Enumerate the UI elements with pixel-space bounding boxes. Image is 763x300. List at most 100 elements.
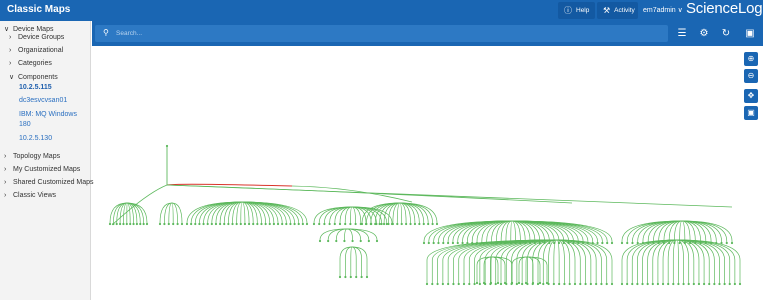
map-node[interactable] <box>478 282 481 286</box>
map-node[interactable] <box>185 222 189 226</box>
map-node[interactable] <box>704 241 707 245</box>
map-node[interactable] <box>519 241 522 245</box>
map-node[interactable] <box>219 222 222 226</box>
map-node[interactable] <box>457 282 460 286</box>
map-node[interactable] <box>568 282 571 286</box>
map-node[interactable] <box>327 239 330 243</box>
refresh-icon[interactable]: ↻ <box>719 27 733 40</box>
map-node[interactable] <box>620 241 624 245</box>
map-node[interactable] <box>210 222 213 226</box>
map-node[interactable] <box>496 281 500 285</box>
map-node[interactable] <box>500 241 503 245</box>
map-node[interactable] <box>626 241 629 245</box>
map-node[interactable] <box>413 222 417 226</box>
tree-item-categories[interactable]: › Categories <box>9 60 52 67</box>
map-node[interactable] <box>405 222 408 226</box>
map-node[interactable] <box>718 282 721 286</box>
map-node[interactable] <box>538 241 541 245</box>
map-node[interactable] <box>260 222 263 226</box>
map-node[interactable] <box>480 241 483 245</box>
map-node[interactable] <box>657 241 660 245</box>
map-node[interactable] <box>733 282 736 286</box>
map-node[interactable] <box>521 282 524 286</box>
map-node[interactable] <box>723 282 726 286</box>
map-node[interactable] <box>328 222 331 226</box>
map-node[interactable] <box>252 222 255 226</box>
map-node[interactable] <box>239 222 242 226</box>
map-node[interactable] <box>730 241 734 245</box>
map-node[interactable] <box>543 241 546 245</box>
map-node[interactable] <box>285 222 288 226</box>
map-node[interactable] <box>132 222 135 226</box>
map-node[interactable] <box>378 222 381 226</box>
map-node[interactable] <box>738 282 742 286</box>
map-node[interactable] <box>139 222 142 226</box>
map-node[interactable] <box>447 241 450 245</box>
map-node[interactable] <box>441 282 444 286</box>
map-node[interactable] <box>256 222 259 226</box>
tree-item-shared-customized-maps[interactable]: › Shared Customized Maps <box>4 179 94 186</box>
map-node[interactable] <box>305 222 309 226</box>
map-node[interactable] <box>387 222 390 226</box>
map-node[interactable] <box>122 222 125 226</box>
map-node[interactable] <box>482 281 486 285</box>
map-node[interactable] <box>475 241 479 245</box>
map-node[interactable] <box>606 241 609 245</box>
map-node[interactable] <box>495 241 498 245</box>
map-node[interactable] <box>396 222 399 226</box>
map-node[interactable] <box>517 281 521 285</box>
map-node[interactable] <box>610 241 614 245</box>
map-node[interactable] <box>452 282 455 286</box>
map-node[interactable] <box>668 241 671 245</box>
map-node[interactable] <box>382 222 386 226</box>
map-node[interactable] <box>312 222 316 226</box>
map-node[interactable] <box>683 241 686 245</box>
map-node[interactable] <box>610 282 614 286</box>
map-node[interactable] <box>471 241 474 245</box>
component-item[interactable]: 10.2.5.130 <box>19 134 89 144</box>
map-node[interactable] <box>281 222 284 226</box>
map-node[interactable] <box>563 282 566 286</box>
map-node[interactable] <box>437 241 440 245</box>
map-node[interactable] <box>167 222 170 226</box>
tree-item-device-groups[interactable]: › Device Groups <box>9 34 64 41</box>
map-node[interactable] <box>272 222 275 226</box>
map-node[interactable] <box>528 241 532 245</box>
map-node[interactable] <box>462 282 466 286</box>
map-node[interactable] <box>600 282 603 286</box>
map-node[interactable] <box>135 222 139 226</box>
map-node[interactable] <box>456 241 459 245</box>
map-node[interactable] <box>713 282 716 286</box>
map-node[interactable] <box>418 222 421 226</box>
map-node[interactable] <box>577 241 580 245</box>
map-node[interactable] <box>231 222 234 226</box>
map-node[interactable] <box>533 241 536 245</box>
tree-item-classic-views[interactable]: › Classic Views <box>4 192 56 199</box>
map-node[interactable] <box>626 282 629 286</box>
tree-item-my-customized-maps[interactable]: › My Customized Maps <box>4 166 80 173</box>
map-node[interactable] <box>688 241 692 245</box>
map-node[interactable] <box>631 282 634 286</box>
map-node[interactable] <box>558 282 561 286</box>
map-node[interactable] <box>694 241 697 245</box>
map-node[interactable] <box>715 241 718 245</box>
map-node[interactable] <box>422 241 426 245</box>
map-node[interactable] <box>435 222 439 226</box>
map-node[interactable] <box>531 281 535 285</box>
map-node[interactable] <box>301 222 304 226</box>
map-node[interactable] <box>641 282 644 286</box>
map-node[interactable] <box>631 241 634 245</box>
user-menu[interactable]: em7admin ∨ <box>643 6 683 14</box>
map-node[interactable] <box>409 222 412 226</box>
map-node[interactable] <box>542 282 545 286</box>
map-node[interactable] <box>557 241 561 245</box>
map-node[interactable] <box>243 222 247 226</box>
map-node[interactable] <box>589 282 592 286</box>
map-node[interactable] <box>333 222 336 226</box>
map-node[interactable] <box>641 241 645 245</box>
map-node[interactable] <box>176 222 179 226</box>
map-node[interactable] <box>338 222 342 226</box>
search-field[interactable]: ⚲ <box>95 25 668 42</box>
map-node[interactable] <box>595 282 598 286</box>
map-node[interactable] <box>125 222 128 226</box>
